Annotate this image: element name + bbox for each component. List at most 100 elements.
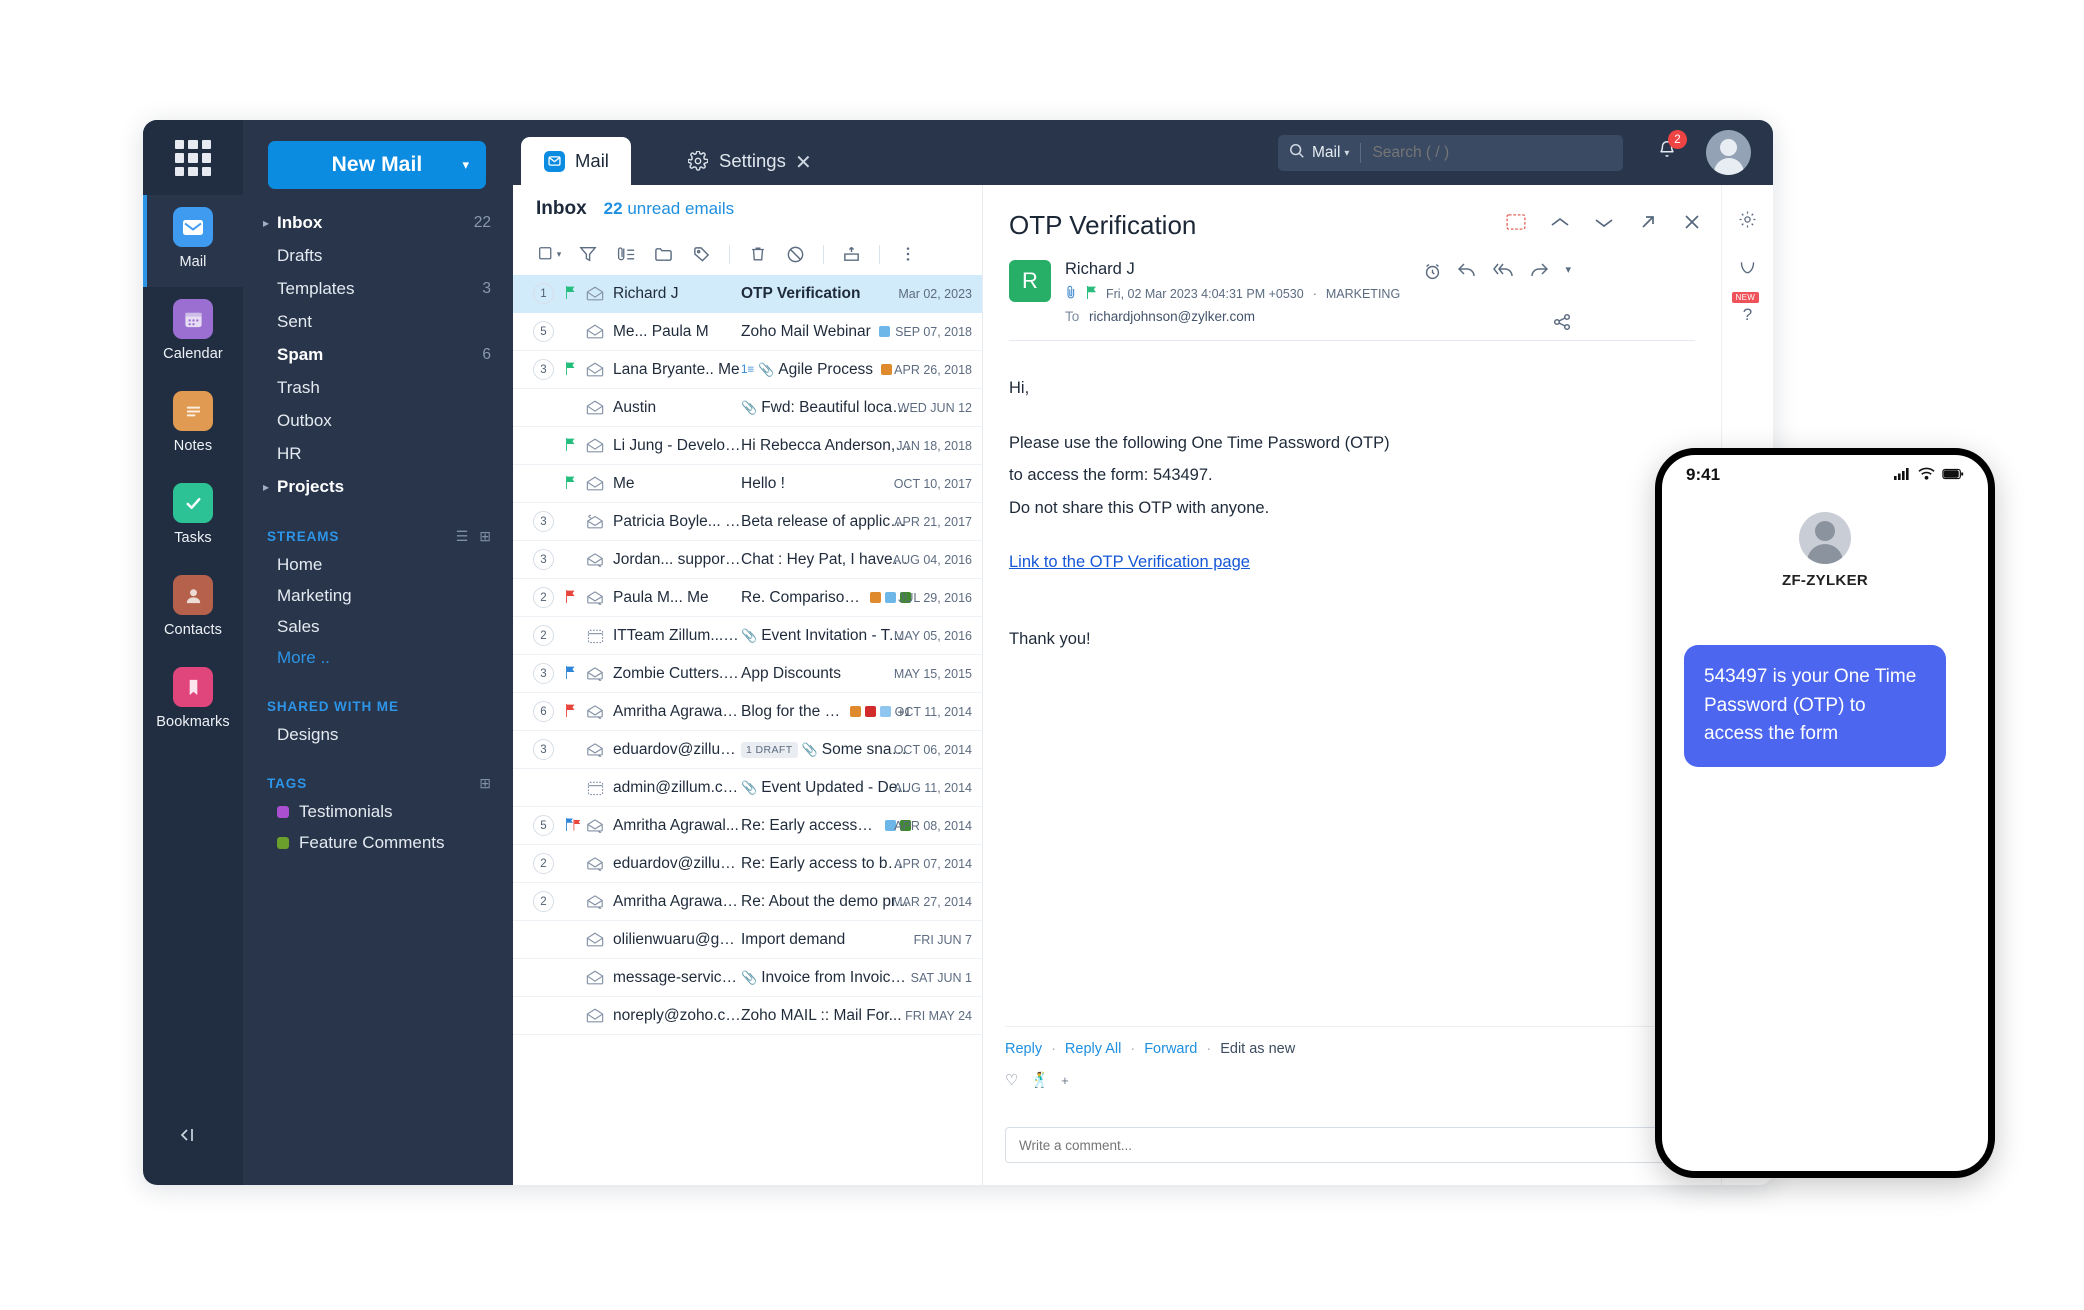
mail-row[interactable]: 2 Paula M... Me Re. Comparison ... JUL 29, … (513, 579, 982, 617)
mail-row[interactable]: message-service@...📎Invoice from Invoice… (513, 959, 982, 997)
mail-row[interactable]: Austin 📎 Fwd: Beautiful locati... WED JUN 1… (513, 389, 982, 427)
next-message-icon[interactable] (1593, 211, 1615, 233)
attachment-sort-icon[interactable] (610, 239, 641, 270)
share-icon[interactable] (1553, 313, 1571, 336)
sidebar-folder-hr[interactable]: HR (243, 437, 513, 470)
edit-as-new-button[interactable]: Edit as new (1220, 1041, 1295, 1057)
stream-item-sales[interactable]: Sales (243, 611, 513, 642)
tab-mail[interactable]: Mail (521, 137, 631, 185)
forward-icon[interactable] (1530, 263, 1549, 285)
collapse-panel-icon[interactable] (171, 1120, 201, 1150)
help-icon[interactable]: NEW ? (1731, 292, 1760, 327)
gear-icon[interactable] (1736, 207, 1760, 231)
rail-item-notes[interactable]: Notes (143, 379, 243, 471)
mail-row[interactable]: 3 eduardov@zillum.c...1 DRAFT📎Some snaps … (513, 731, 982, 769)
search-bar[interactable]: Mail ▾ (1278, 135, 1623, 171)
mail-row[interactable]: 3 Zombie Cutters... le...App Discounts MAY… (513, 655, 982, 693)
sidebar-folder-spam[interactable]: Spam 6 (243, 338, 513, 371)
rail-item-tasks[interactable]: Tasks (143, 471, 243, 563)
filter-icon[interactable] (572, 239, 603, 270)
apps-grid-icon[interactable] (175, 140, 211, 176)
sidebar-folder-outbox[interactable]: Outbox (243, 404, 513, 437)
chevron-right-icon[interactable]: ▸ (263, 480, 269, 494)
chevron-right-icon[interactable]: ▸ (263, 216, 269, 230)
mail-row[interactable]: 1 Richard J OTP Verification Mar 02, 2023 (513, 275, 982, 313)
mail-row[interactable]: olilienwuaru@gmai...Import demand FRI JUN… (513, 921, 982, 959)
otp-verification-link[interactable]: Link to the OTP Verification page (1009, 553, 1250, 571)
mail-row[interactable]: 5 Amritha Agrawal... Re: Early access to .… (513, 807, 982, 845)
mail-row[interactable]: admin@zillum.com 📎 Event Updated - De... AU… (513, 769, 982, 807)
rail-item-bookmarks[interactable]: Bookmarks (143, 655, 243, 747)
archive-icon[interactable] (836, 239, 867, 270)
translate-icon[interactable] (1505, 211, 1527, 233)
rail-item-mail[interactable]: Mail (143, 195, 243, 287)
flag-icon[interactable] (565, 704, 576, 719)
unread-summary[interactable]: 22 unread emails (604, 199, 734, 219)
close-icon[interactable]: ✕ (795, 150, 812, 175)
close-icon[interactable] (1681, 211, 1703, 233)
folder-icon[interactable] (648, 239, 679, 270)
manage-streams-icon[interactable]: ☰ (456, 528, 469, 545)
rail-item-contacts[interactable]: Contacts (143, 563, 243, 655)
block-icon[interactable] (780, 239, 811, 270)
stream-item-home[interactable]: Home (243, 549, 513, 580)
reply-all-button[interactable]: Reply All (1065, 1041, 1121, 1057)
stream-item-more[interactable]: More .. (243, 642, 513, 673)
sidebar-folder-templates[interactable]: Templates 3 (243, 272, 513, 305)
zia-icon[interactable] (1736, 255, 1760, 279)
open-in-new-icon[interactable] (1637, 211, 1659, 233)
stream-item-marketing[interactable]: Marketing (243, 580, 513, 611)
mail-row[interactable]: noreply@zoho.com Zoho MAIL :: Mail For...… (513, 997, 982, 1035)
sidebar-folder-inbox[interactable]: ▸ Inbox 22 (243, 206, 513, 239)
avatar[interactable] (1706, 130, 1751, 175)
chevron-down-icon[interactable]: ▾ (462, 157, 469, 173)
flag-icon[interactable] (565, 362, 576, 377)
sidebar-folder-projects[interactable]: ▸ Projects (243, 470, 513, 503)
reply-button[interactable]: Reply (1005, 1041, 1042, 1057)
reply-icon[interactable] (1458, 263, 1476, 285)
mail-row[interactable]: 2 eduardov@zillum.c...Re: Early access to… (513, 845, 982, 883)
add-tag-icon[interactable]: ⊞ (479, 775, 491, 792)
heart-reaction-icon[interactable]: ♡ (1005, 1071, 1018, 1089)
comment-input[interactable] (1019, 1137, 1720, 1153)
previous-message-icon[interactable] (1549, 211, 1571, 233)
mail-row[interactable]: 3 Lana Bryante.. Me 1≡ 📎 Agile Process APR 26… (513, 351, 982, 389)
reply-all-icon[interactable] (1493, 263, 1514, 285)
flag-icon[interactable] (565, 438, 576, 453)
add-reaction-icon[interactable]: + (1061, 1073, 1069, 1088)
mail-row[interactable]: 3 Patricia Boyle... Me Beta release of app… (513, 503, 982, 541)
sidebar-folder-sent[interactable]: Sent (243, 305, 513, 338)
mail-row[interactable]: 5 Me... Paula M Zoho Mail Webinar SEP 07, 2… (513, 313, 982, 351)
mail-row[interactable]: 2 Amritha Agrawal. ... Re: About the demo … (513, 883, 982, 921)
select-all-checkbox[interactable]: ▾ (534, 239, 565, 270)
mail-row[interactable]: Me Hello ! OCT 10, 2017 (513, 465, 982, 503)
search-input[interactable] (1372, 144, 1553, 162)
mail-row[interactable]: 3 Jordan... support@z...Chat : Hey Pat, I… (513, 541, 982, 579)
dance-reaction-icon[interactable]: 🕺 (1030, 1071, 1049, 1089)
tag-icon[interactable] (686, 239, 717, 270)
search-scope[interactable]: Mail (1312, 144, 1340, 162)
flag-icon[interactable] (565, 286, 576, 301)
flag-icon[interactable] (565, 590, 576, 605)
forward-button[interactable]: Forward (1144, 1041, 1197, 1057)
sidebar-folder-drafts[interactable]: Drafts (243, 239, 513, 272)
delete-icon[interactable] (742, 239, 773, 270)
tag-item-featurecomments[interactable]: Feature Comments (243, 827, 513, 858)
more-options-icon[interactable] (892, 239, 923, 270)
mail-row[interactable]: 6 Amritha Agrawal... ...Blog for the Be..… (513, 693, 982, 731)
snooze-icon[interactable] (1424, 263, 1441, 285)
chevron-down-icon[interactable]: ▾ (1344, 148, 1349, 159)
flag-icon[interactable] (565, 818, 582, 833)
add-stream-icon[interactable]: ⊞ (479, 528, 491, 545)
rail-item-calendar[interactable]: Calendar (143, 287, 243, 379)
shared-item-designs[interactable]: Designs (243, 719, 513, 750)
flag-icon[interactable] (565, 476, 576, 491)
sidebar-folder-trash[interactable]: Trash (243, 371, 513, 404)
new-mail-button[interactable]: New Mail ▾ (268, 141, 486, 189)
tab-settings[interactable]: Settings (665, 137, 808, 185)
mail-row[interactable]: 2 ITTeam Zillum... Me 📎 Event Invitation - … (513, 617, 982, 655)
mail-row[interactable]: Li Jung - Developer Hi Rebecca Anderson, … (513, 427, 982, 465)
tag-item-testimonials[interactable]: Testimonials (243, 796, 513, 827)
more-caret-icon[interactable]: ▾ (1565, 263, 1571, 285)
flag-icon[interactable] (565, 666, 576, 681)
